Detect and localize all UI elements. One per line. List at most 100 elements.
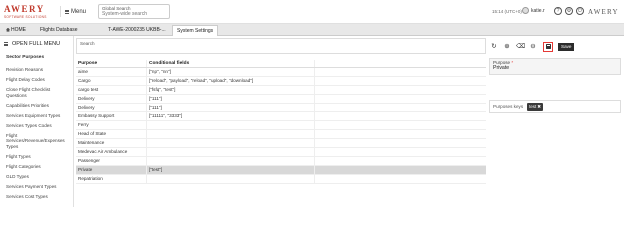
- sidebar-item[interactable]: Services Cost Types: [6, 191, 72, 201]
- tab-system-settings[interactable]: System Settings: [172, 25, 219, 36]
- table-row[interactable]: Maintenance: [76, 139, 486, 149]
- cell-fields: [146, 156, 314, 165]
- sidebar-item[interactable]: Flight Delay Codes: [6, 75, 72, 85]
- sidebar-item[interactable]: Services Equipment Types: [6, 110, 72, 120]
- cell-fields: ["reload", "payload", "reload", "upload"…: [146, 76, 314, 85]
- open-menu-label: OPEN FULL MENU: [12, 41, 61, 47]
- sidebar-item[interactable]: Services Payment Types: [6, 181, 72, 191]
- sidebar-item[interactable]: Flight Categories: [6, 162, 72, 172]
- table-row[interactable]: Embassy Support ["11111", "3333"]: [76, 112, 486, 122]
- cell-fields: [146, 139, 314, 148]
- purposes-keys-field[interactable]: Purposes keys test ✖: [489, 100, 621, 113]
- tab-home-label: HOME: [11, 27, 26, 33]
- table-row[interactable]: Repatriation: [76, 174, 486, 184]
- search-input[interactable]: Search: [76, 38, 486, 54]
- editor-toolbar: ↻ ⊕ ⌫ ⊖ Save: [490, 41, 575, 52]
- sidebar: OPEN FULL MENU Sector Purposes Revision …: [0, 36, 74, 207]
- tab-home[interactable]: HOME: [2, 25, 30, 36]
- cell-purpose: Passenger: [78, 157, 100, 163]
- save-icon-button[interactable]: [543, 41, 553, 52]
- table-row[interactable]: Medevac Air Ambulance: [76, 148, 486, 157]
- logo-tagline: SOFTWARE SOLUTIONS: [4, 15, 47, 19]
- open-full-menu-button[interactable]: OPEN FULL MENU: [4, 41, 60, 47]
- cell-fields: [146, 121, 314, 130]
- remove-icon[interactable]: ⊖: [529, 43, 537, 51]
- purpose-value[interactable]: Private: [493, 65, 617, 71]
- table-row[interactable]: Cargo ["reload", "payload", "reload", "up…: [76, 76, 486, 86]
- cell-purpose: cargo test: [78, 86, 99, 92]
- table-row[interactable]: cargo test ["fsfq", "test"]: [76, 85, 486, 95]
- table-row-selected[interactable]: Private ["test"]: [76, 165, 486, 175]
- close-icon[interactable]: ✖: [537, 104, 541, 110]
- sidebar-item[interactable]: Services Types Codes: [6, 120, 72, 130]
- logo-word: AWERY: [4, 4, 45, 14]
- table-row[interactable]: Head of State: [76, 130, 486, 140]
- cell-fields: ["111"]: [146, 94, 314, 103]
- column-header-conditional-fields[interactable]: Conditional fields: [146, 60, 314, 67]
- cell-fields: [146, 130, 314, 139]
- global-search[interactable]: Global Search: [98, 4, 170, 19]
- table-row[interactable]: Delivery ["111"]: [76, 94, 486, 104]
- cell-fields: [146, 148, 314, 156]
- clock: 15:14 (UTC+0): [492, 9, 522, 14]
- sidebar-item-sector-purposes[interactable]: Sector Purposes: [6, 55, 44, 60]
- awery-logo[interactable]: AWERY SOFTWARE SOLUTIONS: [4, 4, 54, 20]
- key-chip[interactable]: test ✖: [527, 102, 543, 111]
- required-mark: *: [511, 60, 514, 65]
- user-icon: [522, 7, 529, 14]
- cell-fields: ["np", "nn"]: [146, 68, 314, 76]
- awery-logo-right: AWERY: [588, 8, 619, 16]
- tab-document[interactable]: T-AWE-2000235 UKBB-...: [104, 25, 170, 36]
- save-icon: [545, 44, 551, 49]
- cell-purpose: Cargo: [78, 77, 91, 83]
- cell-purpose: Ferry: [78, 122, 89, 128]
- menu-button[interactable]: Menu: [60, 6, 86, 17]
- cell-purpose: aime: [78, 69, 88, 74]
- menu-label: Menu: [71, 8, 87, 15]
- column-header-purpose[interactable]: Purpose: [76, 60, 146, 67]
- sidebar-item[interactable]: Flight Types: [6, 152, 72, 162]
- cell-purpose: Medevac Air Ambulance: [78, 149, 128, 155]
- cell-purpose: Delivery: [78, 95, 95, 101]
- sidebar-item[interactable]: Revision Reasons: [6, 65, 72, 75]
- tab-flights-database[interactable]: Flights Database: [36, 25, 82, 36]
- tab-bar: HOME Flights Database T-AWE-2000235 UKBB…: [0, 24, 624, 36]
- add-icon[interactable]: ⊕: [503, 43, 511, 51]
- key-chip-label: test: [529, 104, 537, 109]
- table-row[interactable]: Delivery ["111"]: [76, 103, 486, 113]
- power-icon[interactable]: ⏻: [576, 7, 584, 15]
- global-search-input[interactable]: [102, 11, 166, 17]
- column-header-extra: [314, 60, 486, 67]
- username: katie.r: [531, 7, 545, 14]
- purpose-field[interactable]: Purpose * Private: [489, 58, 621, 75]
- user-menu[interactable]: katie.r: [522, 7, 545, 14]
- table-row[interactable]: Passenger: [76, 156, 486, 166]
- sidebar-item[interactable]: GLD Types: [6, 172, 72, 182]
- cell-purpose: Maintenance: [78, 140, 105, 146]
- table-row[interactable]: aime ["np", "nn"]: [76, 68, 486, 77]
- sidebar-item[interactable]: Flight Services/Revenue/Expenses Types: [6, 130, 72, 151]
- table-header: Purpose Conditional fields: [76, 60, 486, 68]
- eraser-icon[interactable]: ⌫: [516, 43, 525, 51]
- sidebar-item[interactable]: Close Flight Checklist Questions: [6, 85, 72, 101]
- table-row[interactable]: Ferry: [76, 121, 486, 131]
- cell-purpose: Embassy Support: [78, 113, 115, 119]
- top-bar: AWERY SOFTWARE SOLUTIONS Menu Global Sea…: [0, 0, 624, 24]
- gear-icon[interactable]: ⚙: [565, 7, 573, 15]
- search-label: Search: [80, 41, 95, 46]
- help-icon[interactable]: ?: [554, 7, 562, 15]
- save-button[interactable]: Save: [558, 42, 575, 51]
- refresh-icon[interactable]: ↻: [490, 43, 498, 51]
- hamburger-icon: [65, 9, 69, 14]
- cell-fields: ["11111", "3333"]: [146, 112, 314, 121]
- home-icon: [6, 27, 10, 32]
- purposes-keys-label: Purposes keys: [493, 104, 524, 109]
- purposes-table: Purpose Conditional fields aime ["np", "n…: [76, 60, 486, 184]
- cell-fields: ["test"]: [146, 165, 314, 174]
- cell-fields: [146, 174, 314, 183]
- cell-purpose: Head of State: [78, 131, 107, 137]
- sidebar-item[interactable]: Capabilities Priorities: [6, 101, 72, 111]
- cell-fields: ["111"]: [146, 103, 314, 112]
- cell-purpose: Delivery: [78, 104, 95, 110]
- hamburger-icon: [4, 42, 8, 46]
